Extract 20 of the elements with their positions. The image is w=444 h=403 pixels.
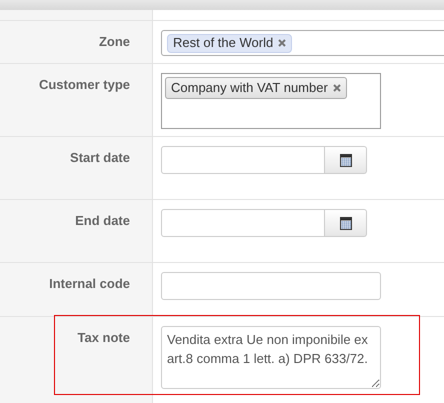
tax-note-field[interactable]: Vendita extra Ue non imponibile ex art.8 comma 1 lett. a) DPR 633/72. <box>161 326 381 389</box>
tag-select-field[interactable]: Rest of the World <box>161 30 444 56</box>
remove-icon[interactable] <box>278 39 286 47</box>
date-field[interactable] <box>161 146 325 174</box>
date-field[interactable] <box>161 209 325 237</box>
tag-select-field[interactable]: Company with VAT number <box>161 73 381 129</box>
field-label: Start date <box>70 149 130 165</box>
calendar-button[interactable] <box>325 209 367 237</box>
remove-icon[interactable] <box>332 84 341 92</box>
field-label: Tax note <box>78 329 130 345</box>
calendar-button[interactable] <box>325 146 367 174</box>
calendar-icon <box>340 216 352 230</box>
text-field[interactable] <box>161 272 381 300</box>
tag: Company with VAT number <box>165 77 347 99</box>
tag: Rest of the World <box>167 34 292 52</box>
field-label: Internal code <box>49 275 130 291</box>
field-label: Customer type <box>38 76 130 92</box>
calendar-icon <box>340 154 352 166</box>
field-label: End date <box>75 212 130 228</box>
field-label: Zone <box>98 33 130 49</box>
